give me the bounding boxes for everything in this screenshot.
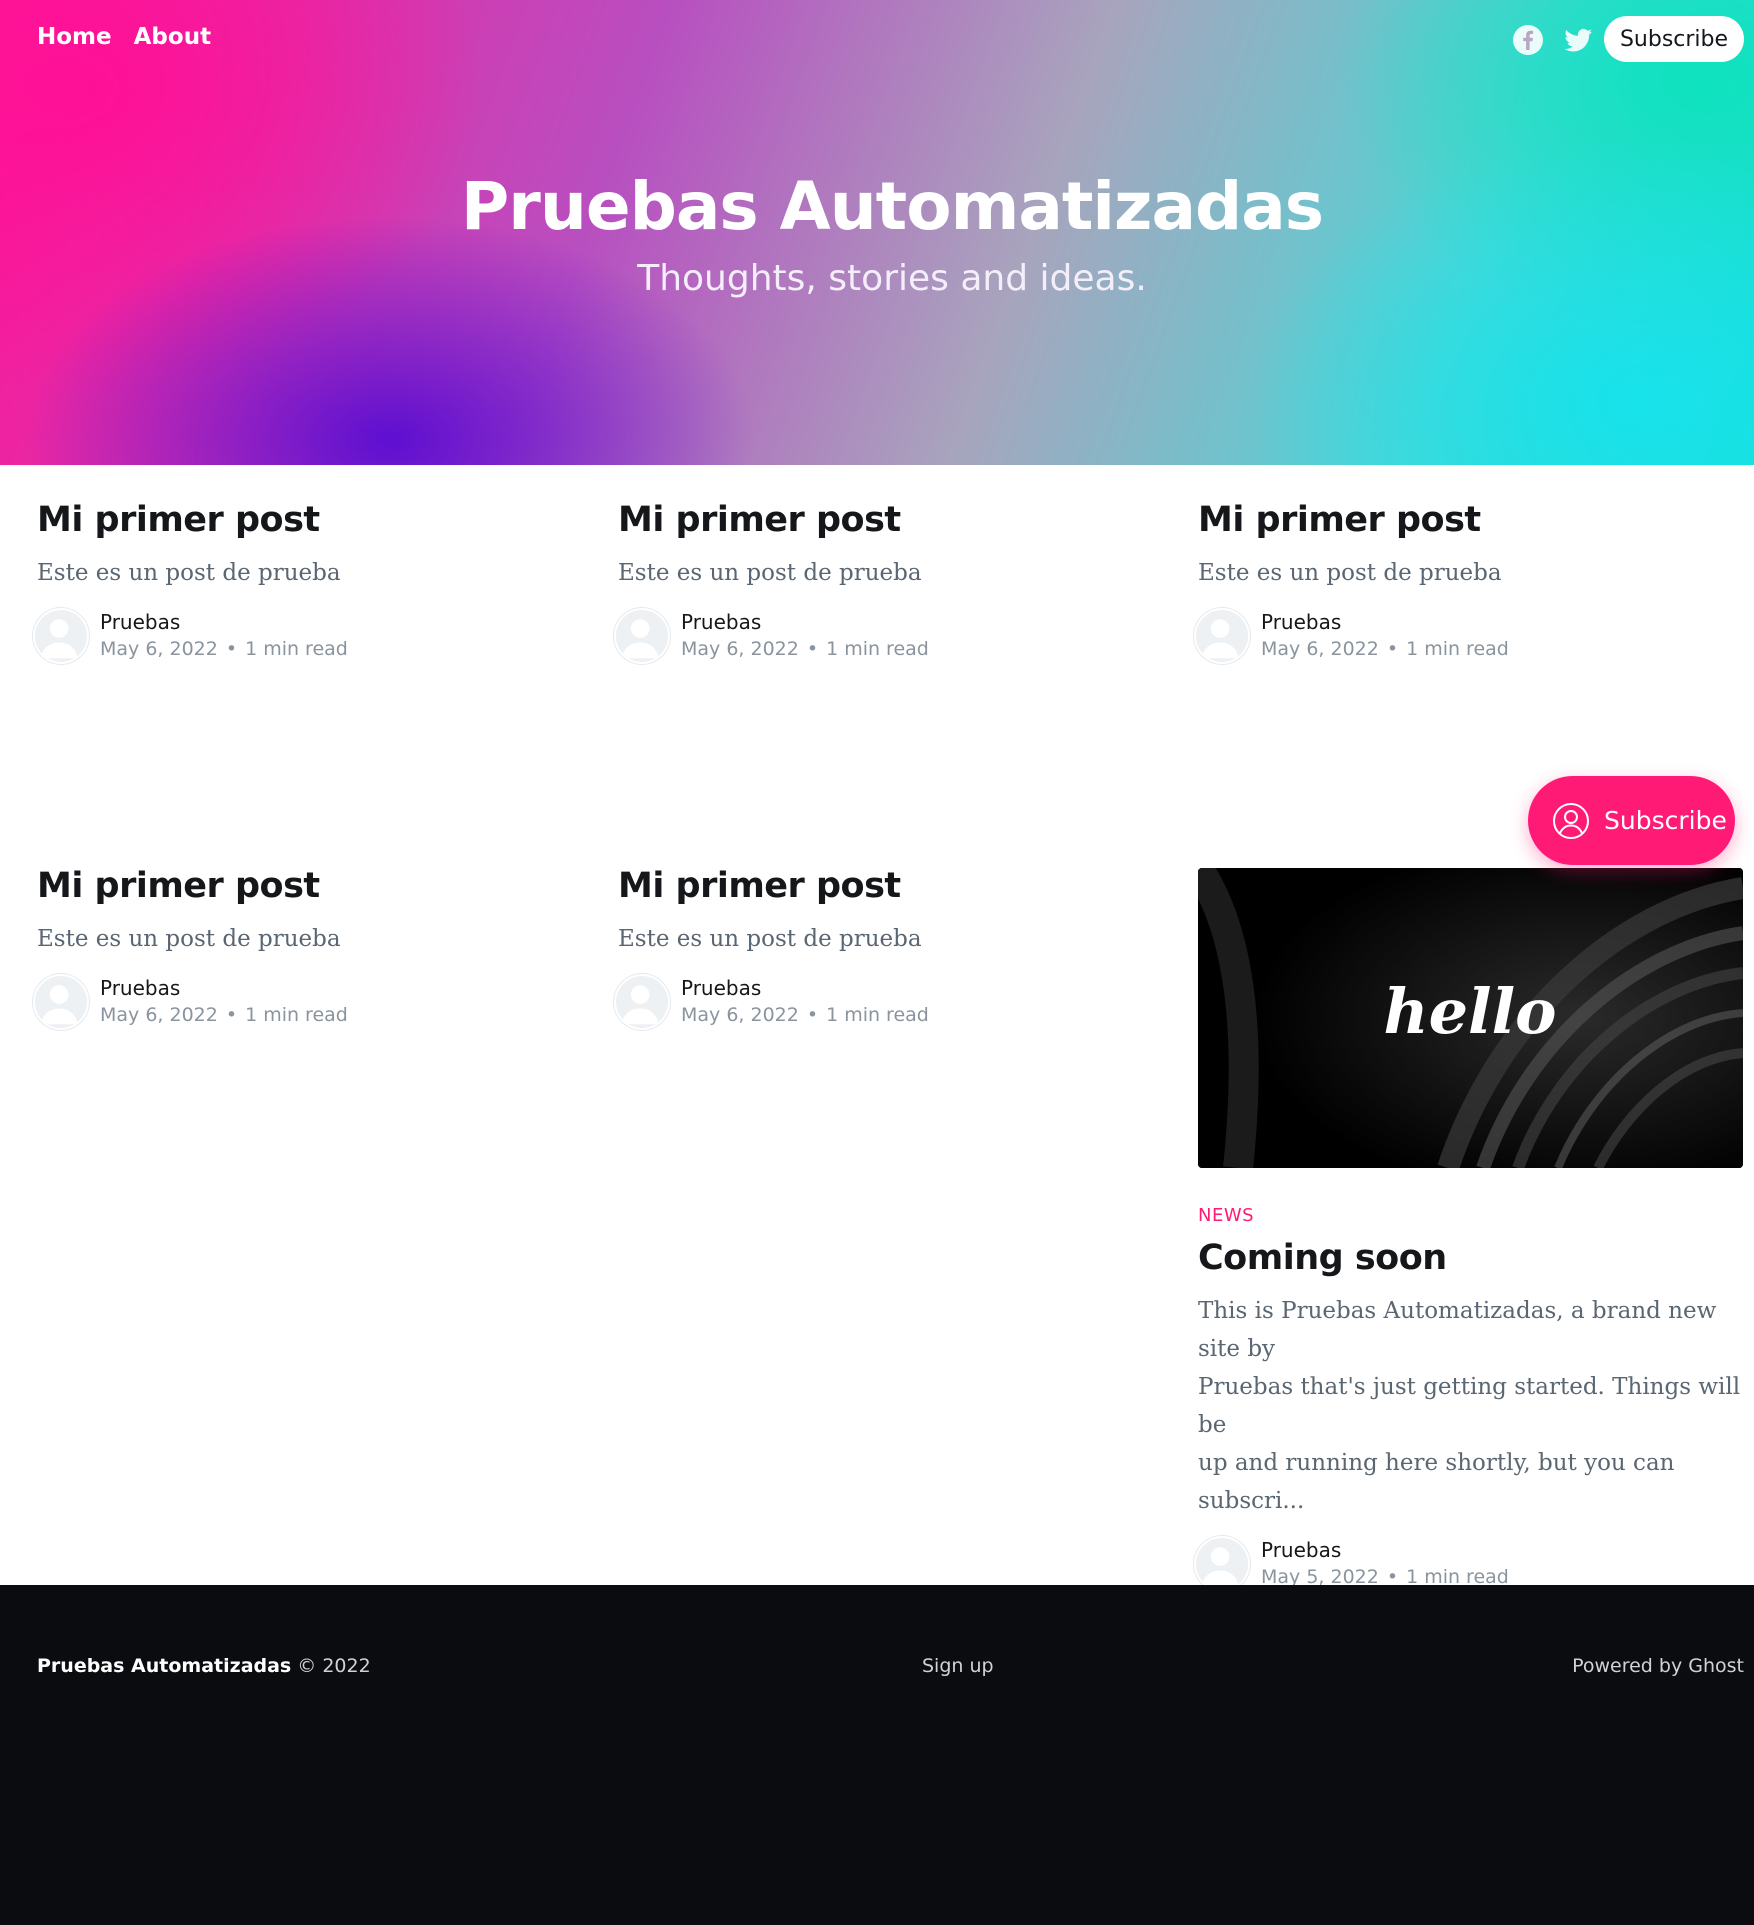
post-date-line: May 6, 2022 • 1 min read [681,638,929,660]
post-author[interactable]: Pruebas [100,976,180,1000]
featured-image-art: hello [1198,868,1743,1168]
avatar[interactable] [614,974,670,1030]
post-card[interactable]: Mi primer post Este es un post de prueba… [614,866,1163,1034]
post-date-line: May 6, 2022 • 1 min read [681,1004,929,1026]
post-date: May 6, 2022 [100,638,218,660]
post-excerpt: This is Pruebas Automatizadas, a brand n… [1198,1292,1743,1520]
post-excerpt: Este es un post de prueba [37,926,341,952]
avatar[interactable] [1194,1536,1250,1592]
post-excerpt: Este es un post de prueba [618,926,922,952]
post-title[interactable]: Mi primer post [618,500,1163,540]
post-card[interactable]: Mi primer post Este es un post de prueba… [33,866,582,1034]
footer-site-name[interactable]: Pruebas Automatizadas [37,1655,291,1677]
post-author[interactable]: Pruebas [681,976,761,1000]
excerpt-line: Pruebas that's just getting started. Thi… [1198,1374,1741,1438]
post-meta: Pruebas May 6, 2022 • 1 min read [33,608,582,668]
avatar[interactable] [614,608,670,664]
post-meta: Pruebas May 6, 2022 • 1 min read [33,974,582,1034]
post-date: May 6, 2022 [1261,638,1379,660]
post-title[interactable]: Mi primer post [618,866,1163,906]
post-meta: Pruebas May 6, 2022 • 1 min read [614,608,1163,668]
read-time: 1 min read [826,638,929,660]
site-header: Home About Subscribe Pruebas Automatizad… [0,0,1754,465]
footer-powered-by-link[interactable]: Powered by Ghost [1572,1655,1744,1677]
post-author[interactable]: Pruebas [100,610,180,634]
excerpt-line: up and running here shortly, but you can… [1198,1450,1675,1514]
twitter-icon[interactable] [1562,24,1594,56]
read-time: 1 min read [826,1004,929,1026]
post-card[interactable]: Mi primer post Este es un post de prueba… [33,500,582,668]
footer-copyright-year: © 2022 [297,1655,371,1677]
post-title[interactable]: Coming soon [1198,1238,1743,1278]
avatar[interactable] [33,608,89,664]
featured-image[interactable]: hello [1198,868,1743,1168]
post-author[interactable]: Pruebas [1261,1538,1341,1562]
post-excerpt: Este es un post de prueba [37,560,341,586]
read-time: 1 min read [1406,638,1509,660]
floating-subscribe-button[interactable]: Subscribe [1528,776,1735,865]
post-date-line: May 6, 2022 • 1 min read [100,638,348,660]
footer-copyright: Pruebas Automatizadas © 2022 [37,1655,371,1677]
featured-post-card[interactable]: NEWS Coming soon This is Pruebas Automat… [1194,1205,1743,1596]
post-date: May 6, 2022 [100,1004,218,1026]
user-icon [1553,802,1589,839]
post-card[interactable]: Mi primer post Este es un post de prueba… [1194,500,1743,668]
post-author[interactable]: Pruebas [1261,610,1341,634]
post-title[interactable]: Mi primer post [37,866,582,906]
post-excerpt: Este es un post de prueba [1198,560,1502,586]
featured-image-text: hello [1384,975,1557,1048]
social-links [1512,24,1594,56]
post-tag[interactable]: NEWS [1198,1205,1743,1226]
avatar[interactable] [33,974,89,1030]
post-title[interactable]: Mi primer post [37,500,582,540]
footer-signup-link[interactable]: Sign up [922,1655,994,1677]
post-date: May 6, 2022 [681,1004,799,1026]
post-excerpt: Este es un post de prueba [618,560,922,586]
floating-subscribe-label: Subscribe [1604,806,1727,835]
post-date-line: May 6, 2022 • 1 min read [100,1004,348,1026]
site-footer: Pruebas Automatizadas © 2022 Sign up Pow… [0,1585,1754,1925]
excerpt-line: This is Pruebas Automatizadas, a brand n… [1198,1298,1717,1362]
post-card[interactable]: Mi primer post Este es un post de prueba… [614,500,1163,668]
read-time: 1 min read [245,638,348,660]
post-date: May 6, 2022 [681,638,799,660]
nav-about-link[interactable]: About [134,24,211,50]
nav-home-link[interactable]: Home [37,24,112,50]
main-nav: Home About [37,24,211,50]
post-meta: Pruebas May 6, 2022 • 1 min read [1194,608,1743,668]
read-time: 1 min read [245,1004,348,1026]
header-subscribe-button[interactable]: Subscribe [1604,16,1744,62]
site-title: Pruebas Automatizadas [460,168,1324,245]
post-title[interactable]: Mi primer post [1198,500,1743,540]
post-meta: Pruebas May 6, 2022 • 1 min read [614,974,1163,1034]
post-author[interactable]: Pruebas [681,610,761,634]
site-description: Thoughts, stories and ideas. [637,258,1147,299]
post-date-line: May 6, 2022 • 1 min read [1261,638,1509,660]
avatar[interactable] [1194,608,1250,664]
facebook-icon[interactable] [1512,24,1544,56]
